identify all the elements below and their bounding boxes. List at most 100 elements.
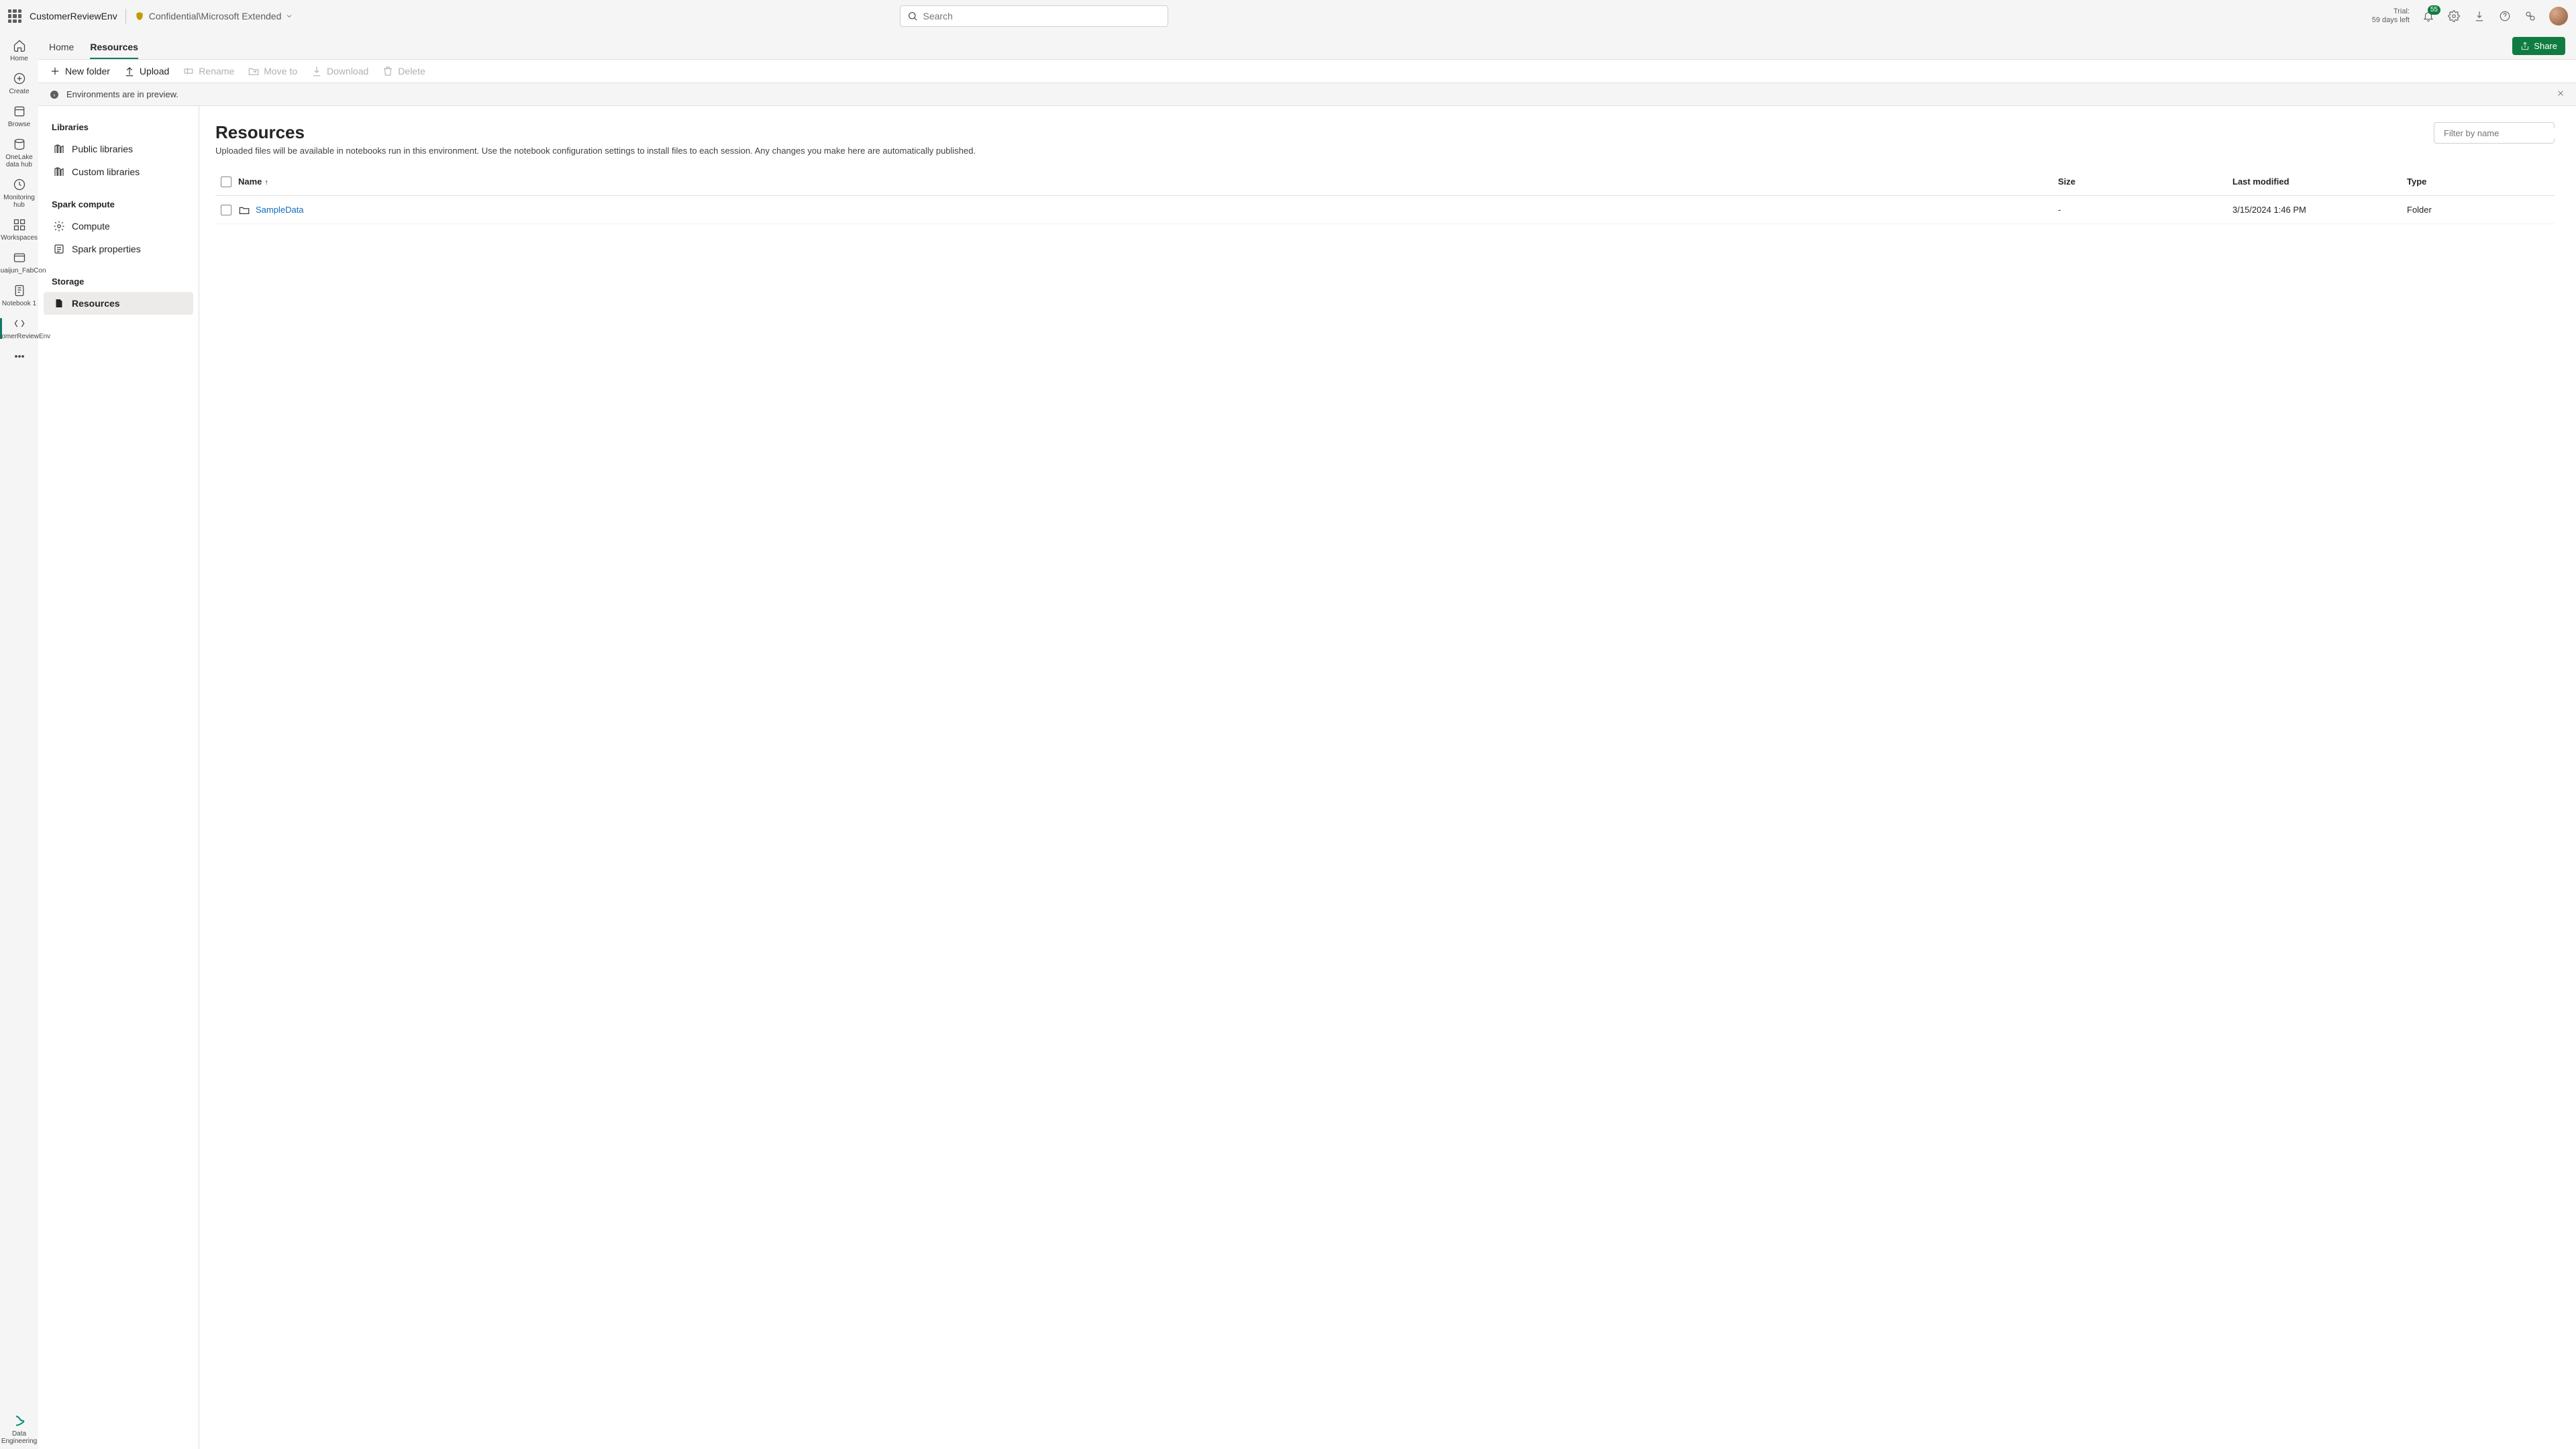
settings-button[interactable] [2447,9,2461,23]
rail-workspace-shuaijun[interactable]: Shuaijun_FabCon [0,247,38,279]
download-icon [311,65,323,77]
download-button[interactable] [2473,9,2486,23]
resources-icon [53,297,65,309]
infobar-message: Environments are in preview. [66,89,178,99]
download-icon [2473,10,2485,22]
sidebar-item-custom-libraries[interactable]: Custom libraries [44,160,193,183]
rename-icon [183,65,195,77]
notebook-icon [13,284,26,297]
help-icon [2499,10,2511,22]
rail-home[interactable]: Home [0,35,38,66]
user-avatar[interactable] [2549,7,2568,26]
rail-create[interactable]: Create [0,68,38,99]
tool-label: Upload [140,66,169,77]
help-button[interactable] [2498,9,2512,23]
plus-icon [49,65,61,77]
workspaces-icon [13,218,26,232]
rail-label: Notebook 1 [2,300,36,307]
shield-icon [134,11,145,21]
settings-sidebar: Libraries Public libraries Custom librar… [38,106,199,1449]
filter-input-wrapper[interactable] [2434,122,2555,144]
filter-input[interactable] [2444,128,2562,138]
select-all-checkbox[interactable] [221,177,231,187]
page-tabs: Home Resources Share [38,32,2576,59]
sidebar-group-spark: Spark compute [44,195,193,215]
monitor-icon [13,178,26,191]
gear-icon [2448,10,2460,22]
row-name-link[interactable]: SampleData [256,205,304,215]
tab-home[interactable]: Home [49,42,74,59]
sidebar-group-libraries: Libraries [44,118,193,138]
rail-label: CustomerReviewEnv [0,333,50,340]
rail-environment[interactable]: CustomerReviewEnv [0,313,38,344]
rail-persona-switcher[interactable]: Data Engineering [0,1410,38,1449]
rail-onelake[interactable]: OneLake data hub [0,134,38,172]
browse-icon [13,105,26,118]
chevron-down-icon [285,12,293,20]
rail-label: Browse [8,121,30,128]
notifications-button[interactable]: 55 [2422,9,2435,23]
sort-arrow-icon: ↑ [264,179,268,187]
folder-icon [238,204,250,216]
sidebar-item-label: Compute [72,221,110,232]
gear-icon [53,220,65,232]
table-row[interactable]: SampleData - 3/15/2024 1:46 PM Folder [215,196,2555,224]
infobar-close[interactable] [2556,89,2565,100]
share-button[interactable]: Share [2512,37,2565,55]
data-engineering-icon [13,1414,26,1428]
divider [125,9,126,23]
upload-button[interactable]: Upload [123,65,169,77]
page-description: Uploaded files will be available in note… [215,146,976,156]
trial-status: Trial: 59 days left [2372,7,2410,25]
share-label: Share [2534,41,2557,51]
tab-resources[interactable]: Resources [90,42,138,59]
command-bar: New folder Upload Rename Move to Downloa… [38,59,2576,83]
col-name[interactable]: Name↑ [238,177,2058,187]
col-size[interactable]: Size [2058,177,2232,187]
rail-label: Home [10,55,28,62]
sidebar-group-storage: Storage [44,272,193,292]
sidebar-item-compute[interactable]: Compute [44,215,193,238]
library-icon [53,166,65,178]
tool-label: Delete [398,66,425,77]
rail-workspaces[interactable]: Workspaces [0,214,38,246]
rail-label: Workspaces [1,234,38,242]
sidebar-item-spark-properties[interactable]: Spark properties [44,238,193,260]
tool-label: New folder [65,66,110,77]
share-icon [2520,42,2530,51]
search-input[interactable] [923,11,1161,21]
close-icon [2556,89,2565,98]
rail-notebook[interactable]: Notebook 1 [0,280,38,311]
plus-circle-icon [13,72,26,85]
rail-label: Monitoring hub [1,194,37,209]
environment-name: CustomerReviewEnv [30,11,117,21]
search-icon [907,11,918,21]
sidebar-item-public-libraries[interactable]: Public libraries [44,138,193,160]
trash-icon [382,65,394,77]
rename-button: Rename [183,65,234,77]
move-to-button: Move to [248,65,297,77]
move-icon [248,65,260,77]
rail-more[interactable] [0,346,38,370]
col-modified[interactable]: Last modified [2232,177,2407,187]
rail-monitoring[interactable]: Monitoring hub [0,174,38,213]
feedback-button[interactable] [2524,9,2537,23]
notification-badge: 55 [2428,5,2440,15]
rail-browse[interactable]: Browse [0,101,38,132]
sidebar-item-label: Resources [72,298,120,309]
delete-button: Delete [382,65,425,77]
properties-icon [53,243,65,255]
col-type[interactable]: Type [2407,177,2555,187]
app-launcher[interactable] [8,9,21,23]
left-rail: Home Create Browse OneLake data hub Moni… [0,32,38,1449]
sensitivity-dropdown[interactable]: Confidential\Microsoft Extended [134,11,294,21]
new-folder-button[interactable]: New folder [49,65,110,77]
more-icon [13,350,26,363]
sidebar-item-resources[interactable]: Resources [44,292,193,315]
global-search[interactable] [900,5,1168,27]
sidebar-item-label: Custom libraries [72,166,140,177]
row-checkbox[interactable] [221,205,231,215]
resources-table: Name↑ Size Last modified Type SampleData [215,168,2555,224]
info-icon [49,89,60,100]
home-icon [13,39,26,52]
